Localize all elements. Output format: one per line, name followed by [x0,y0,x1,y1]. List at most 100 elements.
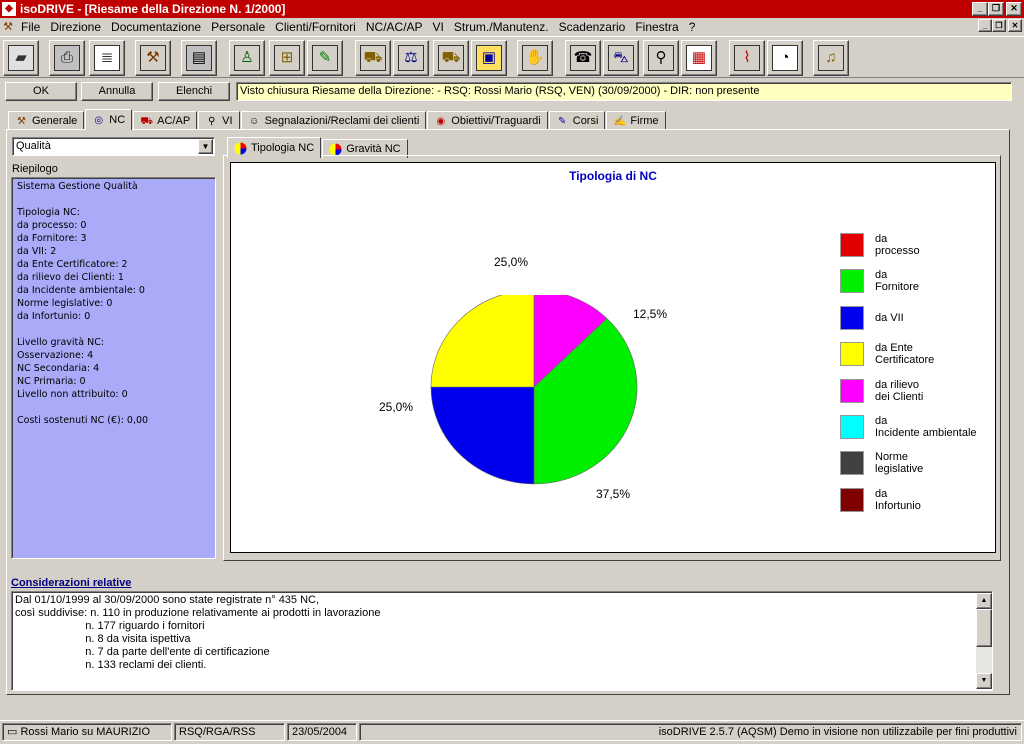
menu-bar: ⚒ File Direzione Documentazione Personal… [0,18,1024,35]
toolbar-button-16[interactable]: ⚲ [643,40,679,76]
mdi-restore-button[interactable]: ❐ [992,19,1006,32]
toolbar-button-7[interactable]: ⊞ [269,40,305,76]
minimize-button[interactable]: _ [972,2,988,16]
tab-nc[interactable]: ◎ NC [85,109,133,130]
people-icon: ☺ [248,115,260,127]
menu-nc-ac-ap[interactable]: NC/AC/AP [361,20,428,34]
toolbar-button-8[interactable]: ✎ [307,40,343,76]
menu-vi[interactable]: VI [428,20,449,34]
toolbar-button-5[interactable]: ▤ [181,40,217,76]
scroll-down-icon[interactable]: ▼ [976,673,992,689]
menu-direzione[interactable]: Direzione [45,20,106,34]
tab-obiettivi[interactable]: ◉ Obiettivi/Traguardi [427,111,548,130]
menu-finestra[interactable]: Finestra [630,20,683,34]
status-roles: RSQ/RGA/RSS [174,723,285,741]
toolbar-button-9[interactable]: ⛟ [355,40,391,76]
system-select-value: Qualità [16,140,51,152]
pie-chart-icon [234,142,247,155]
close-button[interactable]: ✕ [1006,2,1022,16]
pie-slice-ente-certificatore [430,295,535,388]
elenchi-button[interactable]: Elenchi [158,82,230,101]
window-title: isoDRIVE - [Riesame della Direzione N. 1… [20,2,286,16]
toolbar-button-1[interactable]: ▰ [3,40,39,76]
system-select[interactable]: Qualità ▼ [12,137,215,156]
gavel-icon: ⚒ [140,45,166,71]
menu-clienti-fornitori[interactable]: Clienti/Fornitori [270,20,361,34]
app-icon: ◆ [2,2,16,16]
bell-icon: ♫ [818,45,844,71]
gavel-icon: ⚒ [17,115,26,127]
legend-item: da Fornitore [840,269,985,293]
status-message: Visto chiusura Riesame della Direzione: … [236,82,1012,101]
pie-label-rilievo: 12,5% [633,307,668,321]
status-bar: ▭ Rossi Mario su MAURIZIO RSQ/RGA/RSS 23… [0,720,1024,742]
maximize-button[interactable]: ❐ [988,2,1004,16]
menu-strum-manutenz[interactable]: Strum./Manutenz. [449,20,554,34]
legend-swatch [840,415,864,439]
toolbar-button-2[interactable]: ⎙ [49,40,85,76]
title-bar: ◆ isoDRIVE - [Riesame della Direzione N.… [0,0,1024,18]
menu-file[interactable]: File [16,20,45,34]
toolbar-button-20[interactable]: ♫ [813,40,849,76]
menu-personale[interactable]: Personale [206,20,270,34]
legend-item: da processo [840,233,985,257]
pie-label-fornitore: 37,5% [596,487,631,501]
course-icon: ✎ [558,115,567,127]
toolbar-button-15[interactable]: ⛍ [603,40,639,76]
gavel-icon[interactable]: ⚒ [0,20,16,33]
legend-item: da rilievo dei Clienti [840,379,985,403]
tab-generale[interactable]: ⚒ Generale [8,111,85,130]
legend-item: da VII [840,306,985,330]
toolbar-button-13[interactable]: ✋ [517,40,553,76]
toolbar-button-3[interactable]: ≣ [89,40,125,76]
legend-item: da Infortunio [840,488,985,512]
ok-button[interactable]: OK [5,82,77,101]
printer-icon: ⎙ [54,45,80,71]
mdi-minimize-button[interactable]: _ [978,19,992,32]
scroll-thumb[interactable] [976,609,992,647]
menu-scadenzario[interactable]: Scadenzario [554,20,631,34]
org-chart-icon: ⊞ [274,45,300,71]
menu-documentazione[interactable]: Documentazione [106,20,206,34]
pie-label-vii: 25,0% [379,400,414,414]
status-user: ▭ Rossi Mario su MAURIZIO [2,723,172,741]
car-icon: ⛍ [608,45,634,71]
toolbar-button-14[interactable]: ☎ [565,40,601,76]
toolbar-button-12[interactable]: ▣ [471,40,507,76]
scroll-up-icon[interactable]: ▲ [976,593,992,609]
considerazioni-textarea[interactable]: Dal 01/10/1999 al 30/09/2000 sono state … [11,591,993,691]
document-icon: ≣ [94,45,120,71]
legend-item: da Ente Certificatore [840,342,985,366]
legend-swatch [840,269,864,293]
toolbar-button-18[interactable]: ⌇ [729,40,765,76]
tab-firme[interactable]: ✍ Firme [606,111,666,130]
status-version: isoDRIVE 2.5.7 (AQSM) Demo in visione no… [359,723,1022,741]
pie-chart [430,295,638,485]
truck-icon: ⛟ [140,115,153,127]
mdi-close-button[interactable]: ✕ [1008,19,1022,32]
person-icon: ♙ [234,45,260,71]
chart-title: Tipologia di NC [569,169,657,183]
toolbar-button-19[interactable]: ◔ [767,40,803,76]
toolbar-button-11[interactable]: ⛟ [433,40,469,76]
legend-swatch [840,451,864,475]
tab-tipologia-nc[interactable]: Tipologia NC [227,137,322,158]
tab-segnalazioni[interactable]: ☺ Segnalazioni/Reclami dei clienti [240,111,427,130]
calendar-icon: ▦ [686,45,712,71]
annulla-button[interactable]: Annulla [81,82,153,101]
scrollbar[interactable]: ▲ ▼ [976,593,992,689]
legend-swatch [840,233,864,257]
tab-vi[interactable]: ⚲ VI [198,111,240,130]
menu-help[interactable]: ? [684,20,701,34]
disk-icon: ▰ [8,45,34,71]
toolbar-button-6[interactable]: ♙ [229,40,265,76]
tab-corsi[interactable]: ✎ Corsi [548,111,606,130]
pie-label-ente: 25,0% [494,255,529,269]
legend-item: Norme legislative [840,451,985,475]
toolbar-button-4[interactable]: ⚒ [135,40,171,76]
chevron-down-icon[interactable]: ▼ [198,139,213,154]
toolbar-button-17[interactable]: ▦ [681,40,717,76]
toolbar-button-10[interactable]: ⚖ [393,40,429,76]
signature-icon: ✍ [613,115,627,127]
tab-ac-ap[interactable]: ⛟ AC/AP [133,111,198,130]
